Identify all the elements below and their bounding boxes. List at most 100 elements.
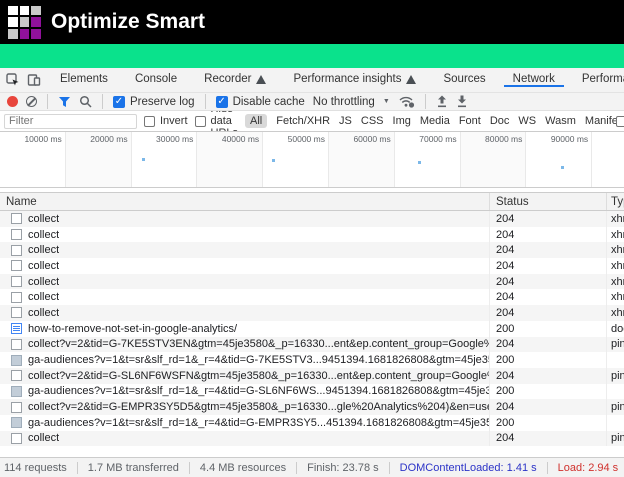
request-type-chip[interactable]: Img [393, 115, 411, 127]
request-type-chip[interactable]: Doc [490, 115, 510, 127]
devtools-tab[interactable]: Sources [434, 73, 494, 87]
disable-cache-checkbox[interactable] [215, 95, 228, 108]
network-request-row[interactable]: collect 204 xhr [0, 242, 624, 259]
network-request-row[interactable]: collect 204 xhr [0, 289, 624, 306]
timeline-tick: 40000 ms [197, 132, 264, 187]
devtools-tabbar: Elements Console Recorder Performance in… [0, 68, 624, 93]
import-har-icon[interactable] [436, 95, 448, 108]
network-conditions-icon[interactable] [398, 95, 415, 108]
filter-input[interactable] [4, 113, 137, 129]
devtools-tab[interactable]: Performance [573, 73, 624, 87]
request-type-icon [11, 229, 22, 241]
network-request-row[interactable]: collect 204 xhr [0, 226, 624, 243]
green-accent-band [0, 44, 624, 68]
divider [102, 94, 103, 109]
throttling-dropdown[interactable]: No throttling ▼ [313, 96, 390, 108]
timeline-tick: 10000 ms [0, 132, 66, 187]
timeline-activity-dot [272, 159, 275, 162]
devtools-tab[interactable]: Recorder [195, 73, 275, 87]
request-type-icon [11, 307, 22, 319]
network-request-row[interactable]: collect 204 xhr [0, 273, 624, 290]
devtools-tab[interactable]: Elements [51, 73, 117, 87]
hide-data-urls-checkbox[interactable] [194, 115, 206, 127]
timeline-activity-dot [418, 161, 421, 164]
invert-checkbox[interactable] [144, 115, 155, 127]
network-summary-bar: 114 requests 1.7 MB transferred 4.4 MB r… [0, 457, 624, 477]
request-type-chip[interactable]: Media [420, 115, 450, 127]
request-type-icon [11, 417, 22, 429]
network-request-row[interactable]: collect 204 ping [0, 430, 624, 447]
request-type-icon [11, 323, 22, 335]
request-type-chip[interactable]: Font [459, 115, 481, 127]
network-request-row[interactable]: collect?v=2&tid=G-7KE5STV3EN&gtm=45je358… [0, 336, 624, 353]
brand-header: Optimize Smart [0, 0, 624, 44]
device-toolbar-icon[interactable] [27, 73, 41, 87]
column-header-type[interactable]: Type [607, 193, 624, 210]
search-icon[interactable] [79, 95, 92, 108]
clear-icon[interactable] [26, 96, 37, 107]
network-overview-timeline[interactable]: 10000 ms 20000 ms 30000 ms 40000 ms 5000… [0, 132, 624, 188]
request-type-icon [11, 213, 22, 225]
devtools-tab[interactable]: Performance insights [284, 73, 425, 87]
hide-data-urls-toggle[interactable]: Hide data URLs [194, 111, 238, 131]
summary-item: 114 requests [4, 461, 67, 474]
request-type-chip[interactable]: Fetch/XHR [276, 115, 330, 127]
request-type-icon [11, 276, 22, 288]
preview-warning-icon [256, 74, 267, 84]
network-request-row[interactable]: ga-audiences?v=1&t=sr&slf_rd=1&_r=4&tid=… [0, 414, 624, 431]
network-request-row[interactable]: collect 204 xhr [0, 211, 624, 227]
preserve-log-toggle[interactable]: Preserve log [113, 95, 195, 108]
optimize-smart-logo [8, 5, 41, 39]
brand-title: Optimize Smart [51, 10, 206, 33]
network-request-row[interactable]: how-to-remove-not-set-in-google-analytic… [0, 320, 624, 337]
divider [296, 461, 298, 474]
disable-cache-toggle[interactable]: Disable cache [215, 95, 305, 108]
summary-item: Finish: 23.78 s [288, 461, 381, 474]
column-header-status[interactable]: Status [490, 193, 607, 210]
divider [204, 94, 206, 109]
timeline-tick: 90000 ms [526, 132, 593, 187]
request-type-icon [11, 432, 22, 444]
divider [47, 94, 48, 109]
timeline-tick: 20000 ms [65, 132, 132, 187]
request-type-icon [11, 244, 22, 256]
network-request-row[interactable]: collect 204 xhr [0, 305, 624, 321]
request-type-icon [11, 354, 22, 366]
timeline-activity-dot [561, 166, 564, 169]
divider [546, 461, 548, 474]
network-request-row[interactable]: collect 204 xhr [0, 258, 624, 274]
invert-toggle[interactable]: Invert [144, 115, 188, 127]
timeline-activity-dot [142, 158, 145, 161]
summary-item: Load: 2.94 s [539, 461, 621, 474]
request-type-chip[interactable]: All [245, 114, 268, 128]
request-type-chip[interactable]: Wasm [545, 115, 576, 127]
filter-funnel-icon[interactable] [58, 96, 71, 108]
blocked-cookies-checkbox[interactable] [616, 116, 624, 127]
summary-item: 4.4 MB resources [181, 461, 288, 474]
timeline-tick: 80000 ms [460, 132, 527, 187]
request-type-chip[interactable]: JS [339, 115, 352, 127]
preserve-log-checkbox[interactable] [113, 95, 125, 108]
network-request-row[interactable]: ga-audiences?v=1&t=sr&slf_rd=1&_r=4&tid=… [0, 352, 624, 368]
divider [424, 94, 426, 109]
divider [188, 461, 190, 474]
timeline-tick: 60000 ms [328, 132, 395, 187]
export-har-icon[interactable] [456, 95, 468, 108]
summary-item: 1.7 MB transferred [69, 461, 181, 474]
request-type-icon [11, 385, 22, 397]
request-type-icon [11, 401, 22, 413]
network-request-row[interactable]: collect?v=2&tid=G-EMPR3SY5D5&gtm=45je358… [0, 399, 624, 415]
record-icon[interactable] [7, 96, 18, 107]
request-type-chip[interactable]: CSS [361, 115, 384, 127]
request-table-header: Name Status Type [0, 192, 624, 211]
column-header-name[interactable]: Name [0, 193, 490, 210]
inspect-cursor-icon[interactable] [6, 73, 20, 87]
devtools-tab[interactable]: Console [126, 73, 186, 87]
request-table-body: collect 204 xhr collect 204 xhr collect … [0, 211, 624, 447]
request-type-icon [11, 370, 22, 382]
request-type-chip[interactable]: WS [518, 115, 536, 127]
devtools-tab[interactable]: Network [503, 73, 564, 87]
chevron-down-icon: ▼ [382, 98, 390, 105]
network-request-row[interactable]: ga-audiences?v=1&t=sr&slf_rd=1&_r=4&tid=… [0, 383, 624, 400]
network-request-row[interactable]: collect?v=2&tid=G-SL6NF6WSFN&gtm=45je358… [0, 367, 624, 384]
